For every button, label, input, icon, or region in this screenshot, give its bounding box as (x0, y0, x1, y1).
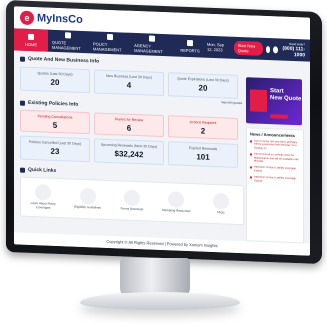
screen: e MyInsCo Home Quote Management Policy M… (14, 6, 310, 256)
expired-renewals-card[interactable]: Expired Renewals 101 (168, 141, 238, 168)
policies-cancelled-card[interactable]: Policies Cancelled (Last 30 Days) 23 (20, 135, 90, 163)
monitor-base (80, 292, 240, 310)
upcoming-renewals-card[interactable]: Upcoming Renewals (Next 30 Days) $32,242 (94, 138, 164, 166)
quick-link-faqs[interactable]: FAQs (203, 193, 239, 216)
quick-link-marketing[interactable]: Marketing Resources (158, 191, 194, 214)
diaries-card[interactable]: Diaries for Review 6 (94, 112, 164, 138)
quick-link-label: Marketing Resources (162, 208, 191, 214)
policy-section-title: Existing Policies Info (28, 99, 79, 108)
news-text: Attention! Contact Liability Coverage Ex… (254, 175, 296, 183)
card-value: 4 (126, 80, 132, 90)
section-icon (20, 167, 25, 173)
current-date: Mon, Sep 12, 2023 (206, 41, 225, 53)
checklist-icon (79, 188, 96, 205)
quick-link-label: Eligibility Guidelines (74, 204, 101, 210)
section-icon (20, 100, 25, 106)
help-contact: Need Help? (800) 111-1000 (281, 42, 305, 59)
question-icon (212, 193, 229, 210)
card-value: 101 (196, 152, 210, 162)
help-phone[interactable]: (800) 111-1000 (281, 46, 305, 59)
reports-icon (186, 39, 193, 46)
section-icon (20, 56, 25, 62)
bullet-icon (250, 176, 252, 179)
nav-label: Quote Management (52, 39, 81, 51)
news-item[interactable]: Direct Deposit is currently down for Mai… (250, 153, 300, 165)
quick-link-label: Forms Download (120, 206, 144, 212)
news-title: News / Announcements (250, 131, 295, 139)
start-new-quote-banner[interactable]: Start New Quote (246, 77, 302, 126)
promo-button[interactable] (270, 114, 288, 119)
quote-section-title: Quote And New Business Info (28, 55, 100, 65)
bullet-icon (250, 153, 252, 156)
nav-item-home[interactable]: Home (14, 28, 48, 52)
news-text: Direct Deposit is currently down for Mai… (254, 152, 299, 163)
home-icon (28, 33, 34, 40)
nav-label: Reports (180, 47, 200, 53)
card-value: 6 (126, 123, 132, 133)
actions-required-card[interactable]: Actions Required 2 (168, 115, 238, 140)
download-icon (123, 189, 140, 207)
quick-link-forms[interactable]: Forms Download (114, 189, 150, 212)
card-value: $32,242 (114, 149, 144, 160)
quick-link-eligibility[interactable]: Eligibility Guidelines (70, 188, 106, 211)
quotes-card[interactable]: Quotes (Last 30 Days) 20 (20, 66, 90, 94)
quick-link-coverages[interactable]: Learn About Policy Coverages (25, 184, 61, 211)
monitor: e MyInsCo Home Quote Management Policy M… (6, 0, 324, 265)
policy-icon (106, 33, 113, 41)
start-new-quote-button[interactable]: Start New Quote (233, 40, 263, 56)
nav-right: Mon, Sep 12, 2023 Start New Quote Need H… (207, 39, 310, 59)
news-panel: News / Announcements Due to heavy rain a… (246, 127, 304, 244)
card-value: 20 (198, 83, 208, 93)
card-value: 5 (52, 120, 58, 130)
news-item[interactable]: Attention! Contact Liability Coverage Ex… (250, 166, 300, 175)
settings-icon[interactable] (273, 45, 279, 53)
quick-link-label: FAQs (216, 210, 225, 215)
nav-item-quote-management[interactable]: Quote Management (48, 30, 89, 54)
promo-line-1: Start (270, 88, 284, 95)
nav-item-policy-management[interactable]: Policy Management (89, 31, 130, 55)
news-text: Due to heavy rain and wind, all Policy w… (254, 139, 298, 150)
bullet-icon (250, 166, 252, 169)
book-icon (35, 184, 52, 202)
nav-label: Policy Management (92, 41, 122, 53)
pending-cancellations-card[interactable]: Pending Cancellations 5 (20, 109, 90, 135)
new-business-card[interactable]: New Business (Last 30 Days) 4 (94, 69, 164, 97)
logo-mark: e (20, 10, 34, 26)
user-icon[interactable] (265, 45, 271, 53)
news-item[interactable]: Attention! Contact Liability Coverage Ex… (250, 176, 300, 185)
card-value: 23 (50, 146, 60, 157)
quick-links-title: Quick Links (28, 166, 57, 174)
news-item[interactable]: Due to heavy rain and wind, all Policy w… (250, 139, 300, 151)
quick-links: Learn About Policy Coverages Eligibility… (20, 176, 244, 226)
news-text: Attention! Contact Liability Coverage Ex… (254, 165, 296, 173)
card-value: 20 (50, 77, 60, 88)
card-value: 2 (200, 126, 206, 136)
quick-link-label: Learn About Policy Coverages (30, 201, 56, 210)
nav-label: Home (25, 41, 37, 47)
logo[interactable]: MyInsCo (37, 12, 83, 26)
megaphone-icon (168, 191, 185, 209)
device-illustration (250, 89, 267, 113)
nav-item-agency-management[interactable]: Agency Management (130, 33, 173, 57)
bullet-icon (250, 140, 252, 143)
nav-label: Agency Management (134, 42, 163, 55)
network-icon (148, 35, 155, 42)
document-icon (65, 32, 72, 39)
promo-line-2: New Quote (270, 95, 302, 103)
nav-item-reports[interactable]: Reports (173, 34, 207, 57)
quote-expirations-card[interactable]: Quote Expirations (Last 30 Days) 20 (168, 72, 238, 99)
